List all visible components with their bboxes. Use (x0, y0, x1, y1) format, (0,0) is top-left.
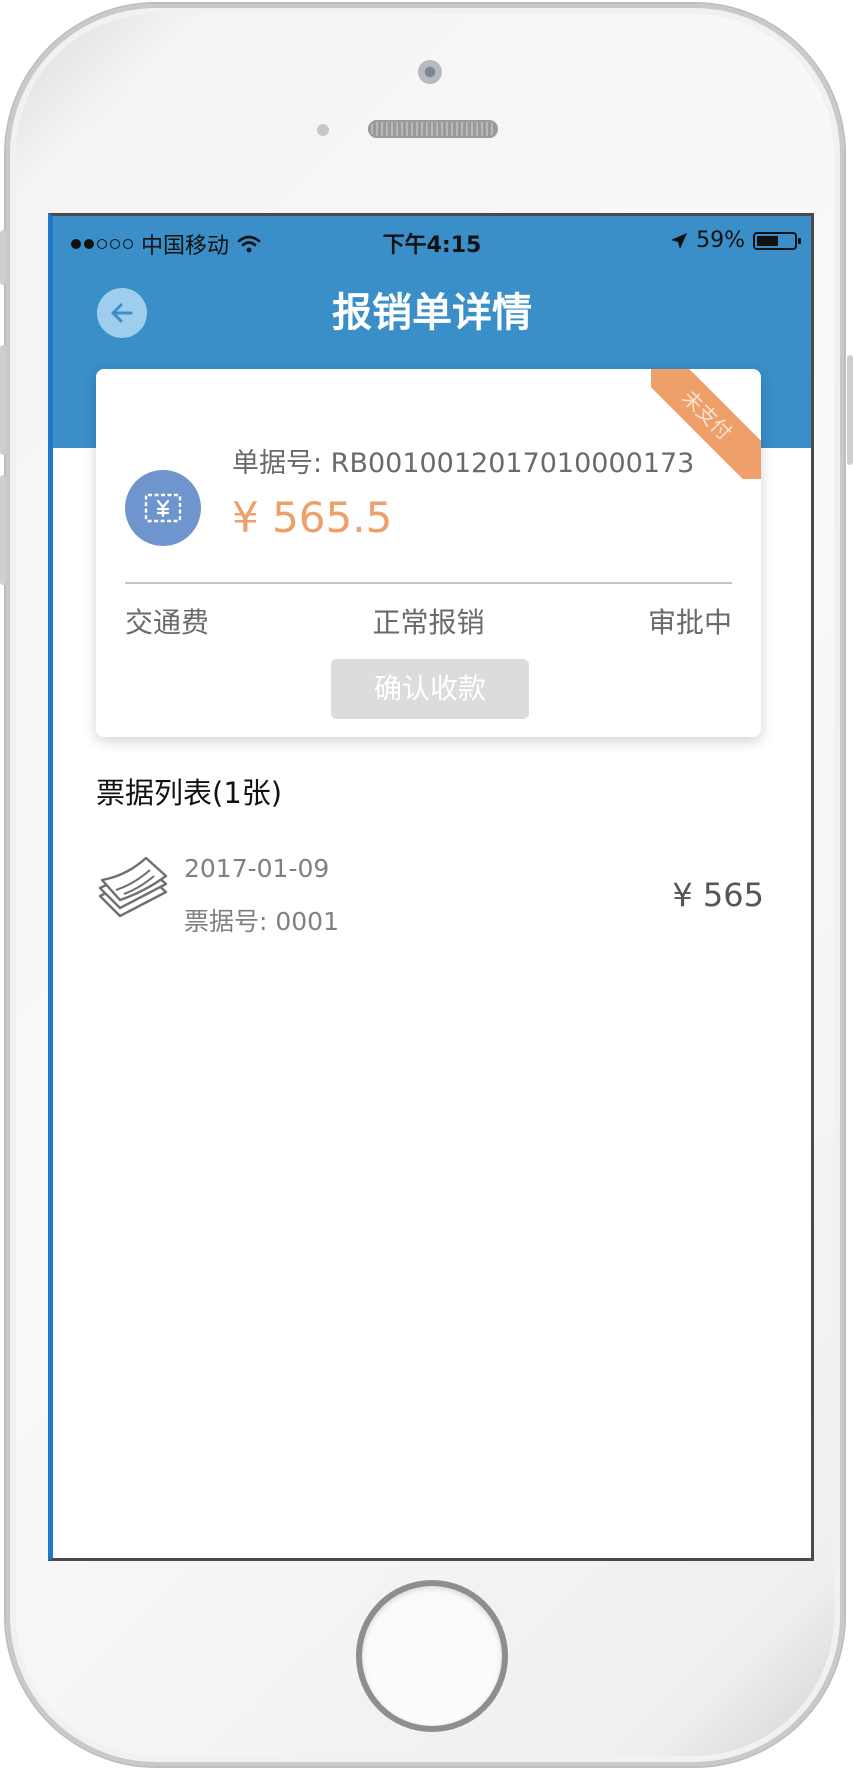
front-camera (418, 60, 442, 84)
home-button[interactable] (362, 1586, 502, 1726)
invoice-number: 票据号: 0001 (184, 907, 339, 936)
app-screen: 中国移动 下午4:15 59% 报销单详情 未支付 单据号: RB0010012… (48, 213, 814, 1561)
volume-up-button[interactable] (0, 345, 6, 455)
back-button[interactable] (97, 288, 147, 338)
confirm-receipt-button[interactable]: 确认收款 (331, 659, 529, 719)
invoice-date: 2017-01-09 (184, 854, 330, 883)
status-bar: 中国移动 下午4:15 59% (53, 216, 811, 266)
battery-icon (753, 231, 801, 250)
reimbursement-card: 未支付 单据号: RB0010012017010000173 ¥ 565.5 交… (96, 369, 761, 737)
mute-switch[interactable] (0, 230, 6, 285)
total-amount: ¥ 565.5 (232, 493, 393, 542)
earpiece-speaker (368, 120, 498, 138)
volume-down-button[interactable] (0, 475, 6, 585)
page-title: 报销单详情 (332, 290, 532, 336)
location-arrow-icon (671, 232, 688, 249)
bills-stack-icon (98, 856, 168, 918)
proximity-sensor (317, 124, 329, 136)
battery-percentage: 59% (696, 228, 745, 253)
power-button[interactable] (847, 355, 853, 465)
receipt-badge (125, 470, 201, 546)
document-number: 单据号: RB0010012017010000173 (232, 448, 695, 479)
invoice-amount: ¥ 565 (672, 876, 764, 914)
back-arrow-icon (111, 303, 133, 323)
invoice-list-item[interactable]: 2017-01-09 票据号: 0001 ¥ 565 (96, 840, 764, 950)
approval-status: 审批中 (647, 606, 732, 639)
card-divider (125, 582, 732, 584)
receipt-yen-icon (144, 493, 182, 523)
invoice-list-title: 票据列表(1张) (96, 776, 283, 810)
